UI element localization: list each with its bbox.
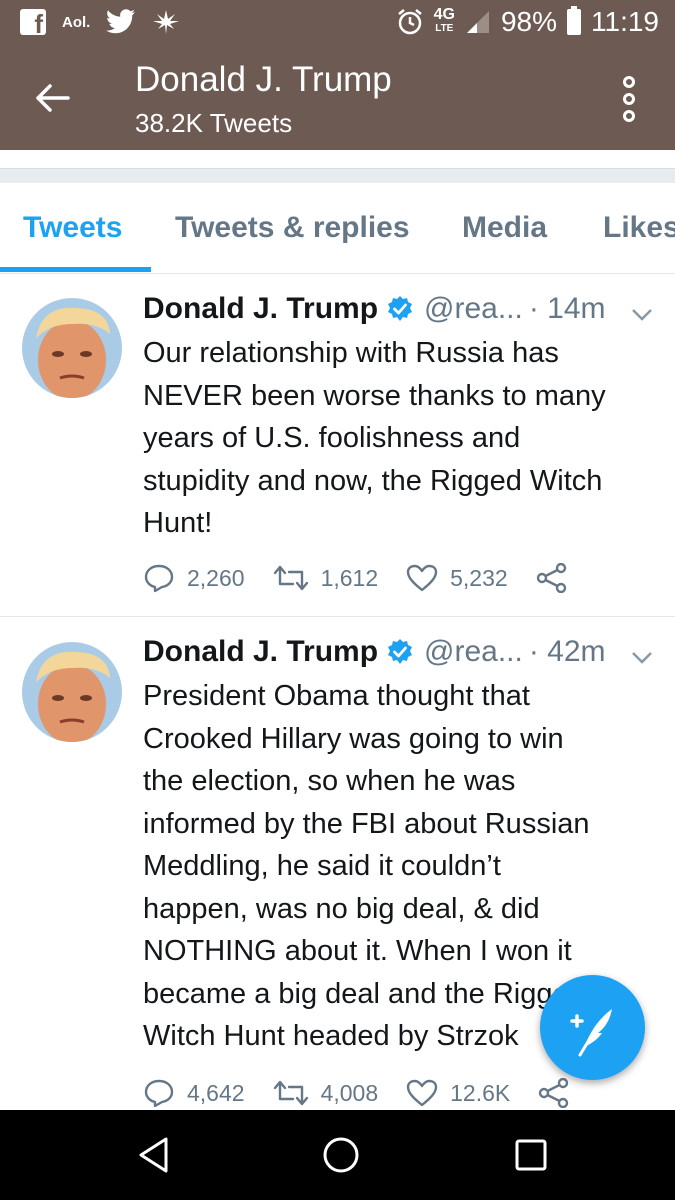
- more-options-icon[interactable]: [619, 76, 639, 122]
- compose-tweet-button[interactable]: [540, 975, 645, 1080]
- like-button[interactable]: 12.6K: [406, 1079, 510, 1107]
- system-navigation-bar: [0, 1110, 675, 1200]
- tweet-text-line: Hunt!: [143, 507, 213, 539]
- retweet-icon: [273, 565, 308, 591]
- chevron-down-icon[interactable]: [631, 651, 653, 665]
- author-name[interactable]: Donald J. Trump: [143, 292, 378, 326]
- verified-badge-icon: [388, 639, 413, 664]
- avatar[interactable]: [22, 642, 122, 742]
- clock: 11:19: [591, 6, 659, 37]
- nav-home-icon[interactable]: [322, 1136, 360, 1174]
- nav-back-icon[interactable]: [136, 1136, 172, 1174]
- author-name[interactable]: Donald J. Trump: [143, 635, 378, 669]
- system-status: 4G LTE 98% 11:19: [396, 6, 659, 38]
- tweet-text-line: NEVER been worse thanks to many: [143, 379, 606, 412]
- profile-photo: [22, 298, 122, 398]
- section-divider: [0, 168, 675, 183]
- tweet-text-line: Crooked Hillary was going to win: [143, 722, 564, 755]
- nav-recents-icon[interactable]: [514, 1138, 548, 1172]
- chevron-down-icon[interactable]: [631, 308, 653, 322]
- tab-tweets-and-replies[interactable]: Tweets & replies: [175, 211, 410, 245]
- like-count: 5,232: [450, 564, 508, 591]
- page-title: Donald J. Trump: [135, 60, 392, 99]
- tweet-text-line: happen, was no big deal, & did: [143, 892, 540, 925]
- compose-feather-icon: [570, 1009, 612, 1057]
- tweet-text-line: NOTHING about it. When I won it: [143, 935, 572, 967]
- facebook-icon: f: [20, 9, 46, 37]
- retweet-count: 4,008: [320, 1079, 379, 1106]
- battery-percent: 98%: [500, 6, 557, 37]
- reply-count: 4,642: [187, 1079, 245, 1106]
- reply-count: 2,260: [187, 564, 245, 591]
- tweet-header: Donald J. Trump @rea... · 14m: [143, 292, 606, 326]
- tweet-text-line: the election, so when he was: [143, 765, 516, 797]
- share-icon: [536, 563, 566, 593]
- tweet-card[interactable]: Donald J. Trump @rea... · 14m Our relati…: [0, 274, 675, 616]
- author-handle[interactable]: @rea...: [424, 635, 523, 669]
- tweet-timestamp[interactable]: · 42m: [529, 635, 606, 669]
- network-indicator: 4G LTE: [433, 6, 455, 35]
- author-handle[interactable]: @rea...: [424, 292, 523, 326]
- profile-header: Donald J. Trump 38.2K Tweets: [0, 46, 675, 150]
- tweet-text-line: Our relationship with Russia has: [143, 337, 559, 369]
- status-bar: f Aol. 4G LTE 98% 11:19: [0, 0, 675, 46]
- share-icon: [539, 1078, 569, 1108]
- profile-tabs: Tweets Tweets & replies Media Likes: [0, 183, 675, 274]
- heart-icon: [406, 1079, 438, 1107]
- notification-icons: f Aol.: [20, 8, 180, 37]
- reply-icon: [144, 1079, 174, 1108]
- like-count: 12.6K: [450, 1079, 511, 1106]
- tweet-text-line: Meddling, he said it couldn’t: [143, 850, 501, 882]
- cannabis-icon: [153, 10, 180, 34]
- share-button[interactable]: [538, 1078, 582, 1108]
- profile-photo: [22, 642, 122, 742]
- tweet-timestamp[interactable]: · 14m: [529, 292, 606, 326]
- reply-button[interactable]: 4,642: [143, 1078, 245, 1108]
- tweet-actions: 4,642 4,008 12.6K: [143, 1078, 610, 1108]
- verified-badge-icon: [388, 296, 413, 321]
- active-tab-indicator: [0, 267, 151, 272]
- tweet-text: Our relationship with Russia has NEVER b…: [143, 332, 653, 545]
- back-arrow-icon[interactable]: [30, 76, 74, 120]
- tab-likes[interactable]: Likes: [603, 211, 675, 245]
- aol-icon: Aol.: [62, 13, 91, 31]
- tweet-count: 38.2K Tweets: [135, 108, 293, 138]
- tab-media[interactable]: Media: [462, 211, 547, 245]
- reply-icon: [144, 564, 174, 593]
- tweet-header: Donald J. Trump @rea... · 42m: [143, 635, 606, 669]
- reply-button[interactable]: 2,260: [143, 563, 245, 593]
- tweet-text-line: years of U.S. foolishness and: [143, 422, 521, 454]
- tweet-actions: 2,260 1,612 5,232: [143, 563, 608, 593]
- tweet-text-line: stupidity and now, the Rigged Witch: [143, 464, 603, 497]
- alarm-icon: [397, 9, 422, 35]
- retweet-icon: [273, 1080, 308, 1106]
- avatar[interactable]: [22, 298, 122, 398]
- twitter-icon: [106, 9, 136, 34]
- share-button[interactable]: [536, 563, 580, 593]
- retweet-button[interactable]: 4,008: [273, 1079, 379, 1107]
- retweet-button[interactable]: 1,612: [273, 564, 379, 592]
- heart-icon: [406, 564, 438, 592]
- signal-icon: [466, 11, 489, 33]
- battery-icon: [567, 6, 581, 35]
- tweet-text-line: President Obama thought that: [143, 680, 530, 712]
- tab-tweets[interactable]: Tweets: [23, 211, 122, 245]
- profile-spacer: [0, 150, 675, 168]
- like-button[interactable]: 5,232: [406, 564, 508, 592]
- tweet-text-line: informed by the FBI about Russian: [143, 807, 590, 840]
- retweet-count: 1,612: [320, 564, 379, 591]
